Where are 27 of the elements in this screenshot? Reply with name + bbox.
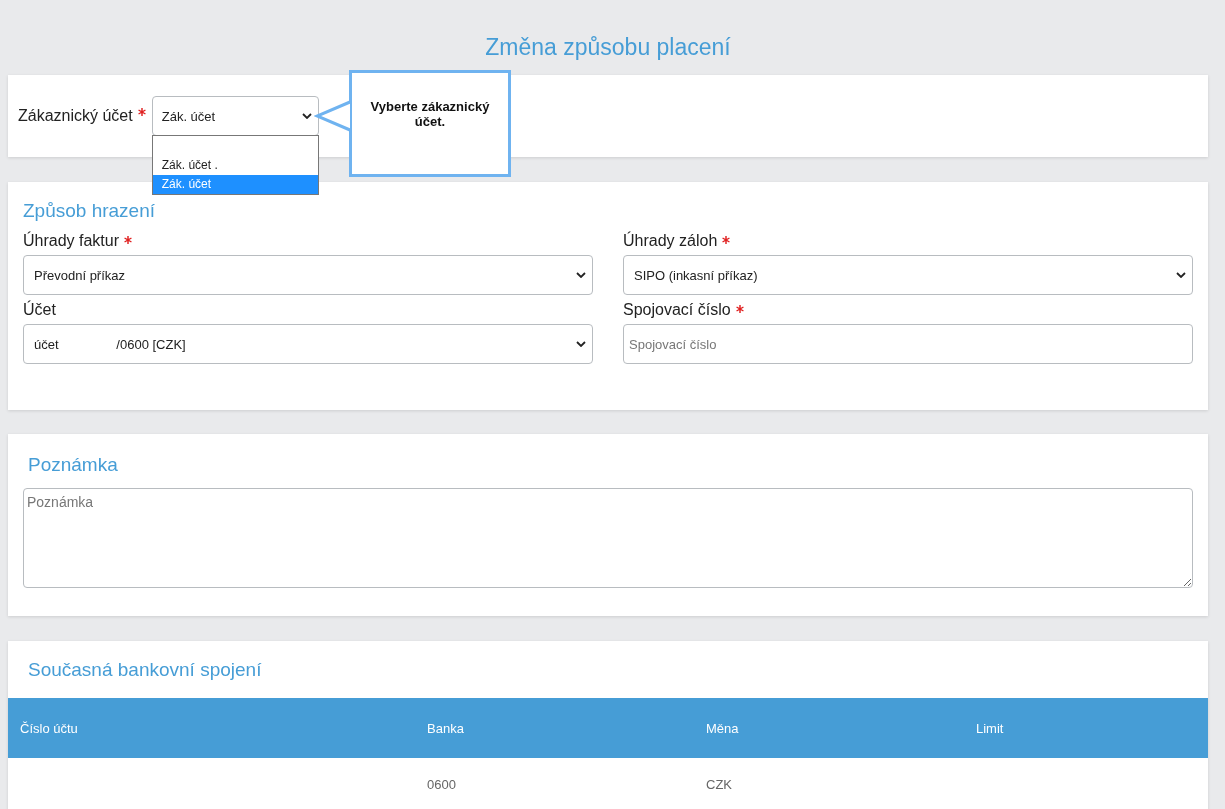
table-cell: 0600 (427, 776, 456, 792)
field-label: Spojovací číslo (623, 301, 731, 319)
section-heading: Současná bankovní spojení (27, 659, 263, 682)
field-label: Zákaznický účet (18, 107, 133, 125)
tooltip-pointer (314, 100, 350, 132)
page-title: Změna způsobu placení (484, 33, 732, 62)
input-field[interactable]: Spojovací číslo (623, 324, 1193, 364)
field-label: Úhrady záloh (623, 232, 718, 250)
table-cell: CZK (706, 776, 732, 792)
dropdown-option[interactable]: Zák. účet . (152, 156, 318, 175)
section-heading: Způsob hrazení (23, 200, 157, 222)
column-header: Banka (427, 720, 464, 736)
section-heading: Poznámka (27, 454, 119, 476)
chevron-down-icon (576, 272, 586, 278)
chevron-down-icon (576, 341, 586, 347)
field-label: Úhrady faktur (23, 232, 120, 250)
chevron-down-icon (301, 113, 312, 119)
select-field[interactable]: SIPO (inkasní příkaz) (623, 255, 1193, 295)
select-field[interactable]: Převodní příkaz (23, 255, 593, 295)
field-label: Účet (23, 301, 56, 319)
column-header: Měna (706, 720, 739, 736)
tooltip: Vyberte zákaznický účet. (349, 70, 511, 177)
column-header: Číslo účtu (20, 720, 78, 736)
note-field[interactable]: Poznámka (23, 488, 1193, 588)
select-field[interactable]: účet /0600 [CZK] (23, 324, 593, 364)
column-header: Limit (976, 720, 1004, 736)
chevron-down-icon (1176, 272, 1186, 278)
